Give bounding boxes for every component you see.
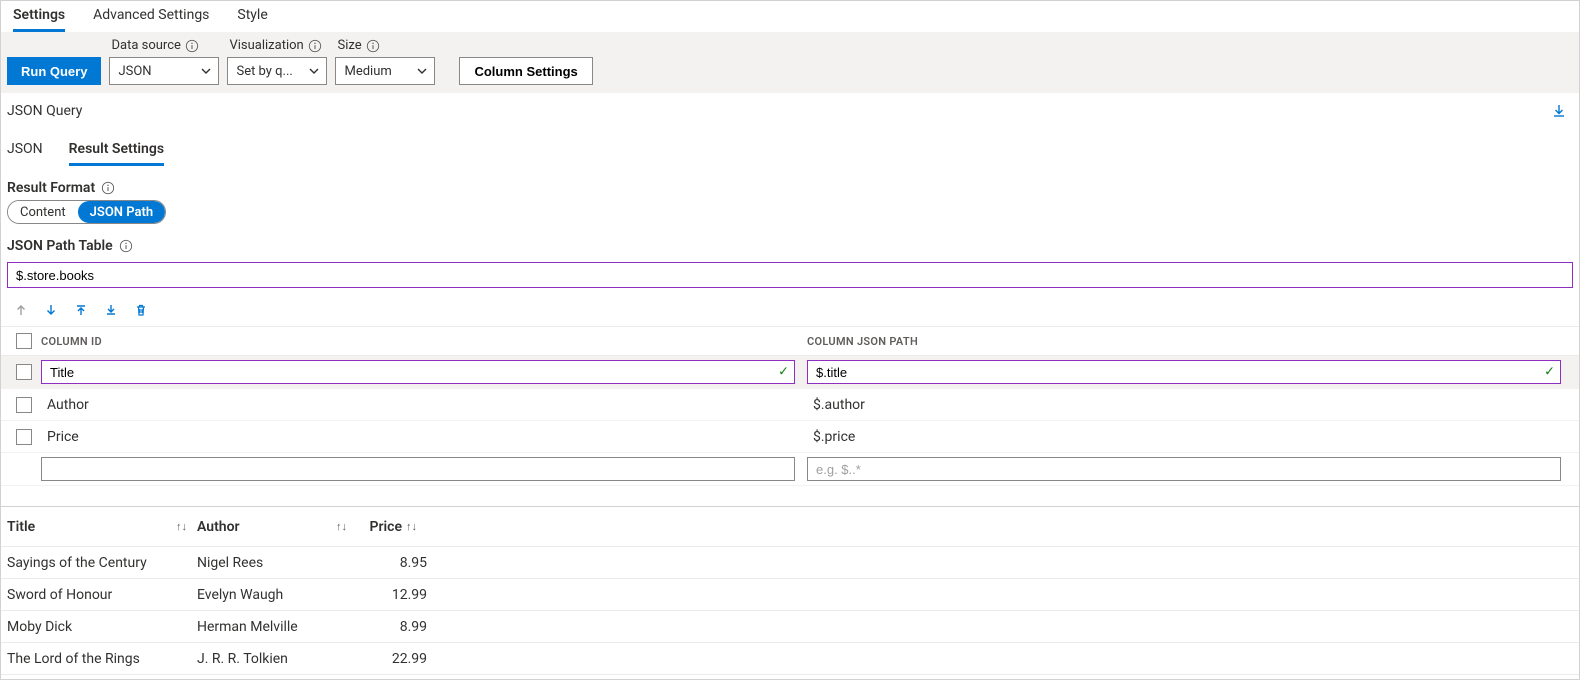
info-icon: [308, 39, 322, 53]
cell-author: Nigel Rees: [197, 555, 357, 571]
cell-author: J. R. R. Tolkien: [197, 651, 357, 667]
cell-price: 8.95: [357, 555, 427, 571]
results-table: Title ↑↓ Author ↑↓ Price ↑↓ Sayings of t…: [1, 506, 1579, 675]
checkmark-icon: ✓: [1544, 365, 1555, 380]
result-format-json-path[interactable]: JSON Path: [78, 201, 165, 223]
move-down-icon[interactable]: [43, 302, 59, 318]
chevron-down-icon: [200, 65, 212, 77]
results-row[interactable]: Sword of HonourEvelyn Waugh12.99: [1, 579, 1579, 611]
toolbar: Run Query Data source JSON Visualization…: [1, 32, 1579, 93]
cell-title: Moby Dick: [7, 619, 197, 635]
datasource-label: Data source: [109, 38, 219, 53]
row-checkbox[interactable]: [16, 364, 32, 380]
result-format-label: Result Format: [1, 166, 1579, 200]
new-column-id-input[interactable]: [41, 457, 795, 481]
column-actions: [1, 288, 1579, 326]
info-icon: [185, 39, 199, 53]
top-tabs: Settings Advanced Settings Style: [1, 1, 1579, 32]
subtab-json[interactable]: JSON: [7, 141, 43, 166]
visualization-label: Visualization: [227, 38, 327, 53]
chevron-down-icon: [308, 65, 320, 77]
results-row[interactable]: Sayings of the CenturyNigel Rees8.95: [1, 547, 1579, 579]
select-all-checkbox[interactable]: [16, 333, 32, 349]
column-path-input[interactable]: [807, 360, 1561, 384]
column-json-path-header[interactable]: COLUMN JSON PATH: [807, 335, 1573, 348]
results-header-price[interactable]: Price ↑↓: [357, 519, 427, 535]
result-format-toggle: Content JSON Path: [7, 200, 166, 224]
columns-table: COLUMN ID COLUMN JSON PATH ✓✓Author$.aut…: [1, 326, 1579, 486]
delete-icon[interactable]: [133, 302, 149, 318]
column-row[interactable]: Price $.price: [1, 421, 1579, 453]
info-icon: [366, 39, 380, 53]
cell-price: 8.99: [357, 619, 427, 635]
tab-advanced-settings[interactable]: Advanced Settings: [93, 7, 209, 32]
json-path-table-label: JSON Path Table: [1, 224, 1579, 258]
size-label: Size: [335, 38, 435, 53]
visualization-select[interactable]: Set by q...: [227, 57, 327, 85]
results-row[interactable]: Moby DickHerman Melville8.99: [1, 611, 1579, 643]
column-id-text: Author: [41, 397, 89, 413]
results-header-author[interactable]: Author ↑↓: [197, 519, 357, 535]
move-up-icon[interactable]: [13, 302, 29, 318]
json-path-table-input[interactable]: [7, 262, 1573, 288]
move-to-bottom-icon[interactable]: [103, 302, 119, 318]
tab-style[interactable]: Style: [237, 7, 267, 32]
size-select[interactable]: Medium: [335, 57, 435, 85]
column-id-text: Price: [41, 429, 79, 445]
column-settings-button[interactable]: Column Settings: [459, 57, 592, 85]
column-row[interactable]: ✓✓: [1, 356, 1579, 389]
download-icon[interactable]: [1551, 103, 1567, 119]
sort-icon: ↑↓: [176, 520, 187, 533]
sort-icon: ↑↓: [336, 520, 347, 533]
cell-title: Sword of Honour: [7, 587, 197, 603]
cell-title: The Lord of the Rings: [7, 651, 197, 667]
datasource-select[interactable]: JSON: [109, 57, 219, 85]
results-header-title[interactable]: Title ↑↓: [7, 519, 197, 535]
move-to-top-icon[interactable]: [73, 302, 89, 318]
tab-settings[interactable]: Settings: [13, 7, 65, 32]
sort-icon: ↑↓: [406, 520, 417, 533]
info-icon: [119, 239, 133, 253]
checkmark-icon: ✓: [778, 365, 789, 380]
column-id-header[interactable]: COLUMN ID: [41, 335, 807, 348]
row-checkbox[interactable]: [16, 429, 32, 445]
column-path-text: $.price: [807, 429, 855, 445]
column-id-input[interactable]: [41, 360, 795, 384]
column-path-text: $.author: [807, 397, 865, 413]
json-query-label: JSON Query: [7, 103, 82, 119]
column-row[interactable]: Author $.author: [1, 389, 1579, 421]
run-query-button[interactable]: Run Query: [7, 57, 101, 85]
cell-author: Herman Melville: [197, 619, 357, 635]
cell-title: Sayings of the Century: [7, 555, 197, 571]
new-column-path-input[interactable]: [807, 457, 1561, 481]
info-icon: [101, 181, 115, 195]
results-row[interactable]: The Lord of the RingsJ. R. R. Tolkien22.…: [1, 643, 1579, 675]
subtab-result-settings[interactable]: Result Settings: [69, 141, 164, 166]
new-column-row: [1, 453, 1579, 486]
result-format-content[interactable]: Content: [8, 201, 78, 223]
cell-author: Evelyn Waugh: [197, 587, 357, 603]
chevron-down-icon: [416, 65, 428, 77]
row-checkbox[interactable]: [16, 397, 32, 413]
cell-price: 22.99: [357, 651, 427, 667]
cell-price: 12.99: [357, 587, 427, 603]
